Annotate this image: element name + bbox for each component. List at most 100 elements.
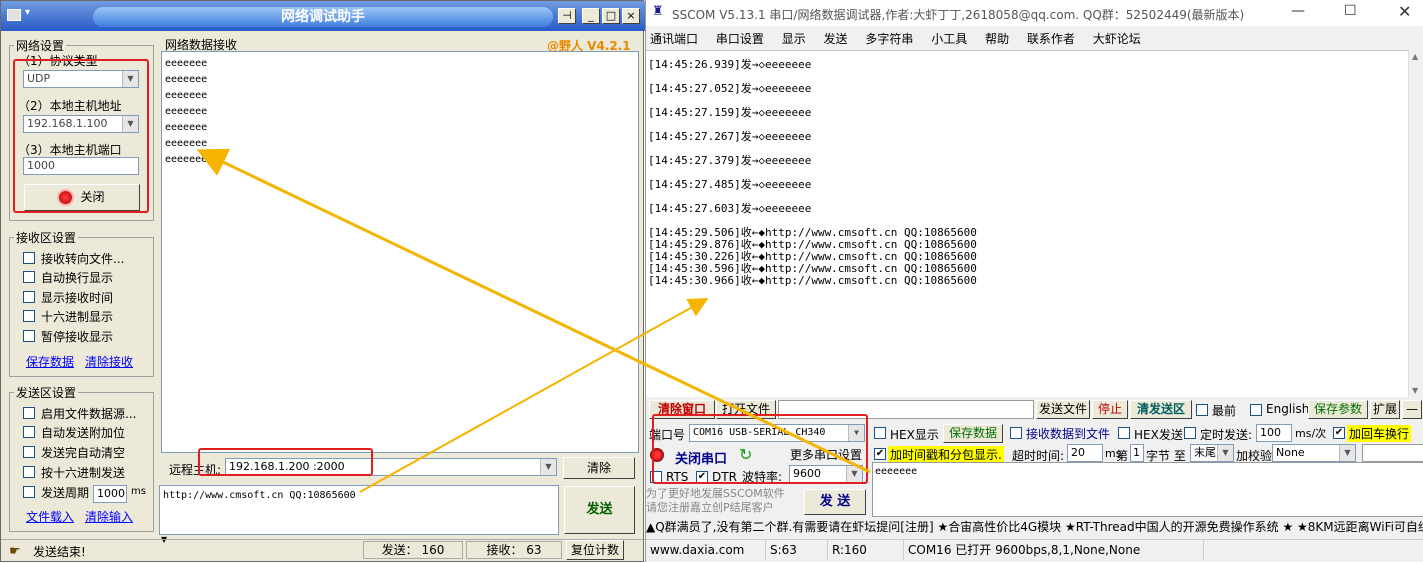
expand-button[interactable]: 扩展 xyxy=(1370,400,1400,419)
send-file-button[interactable]: 发送文件 xyxy=(1036,400,1090,419)
receive-option-checkbox[interactable] xyxy=(23,291,35,303)
recv-to-file-checkbox[interactable] xyxy=(1010,427,1022,439)
log-lines: [14:45:26.939]发→◇eeeeeee [14:45:27.052]发… xyxy=(648,59,977,287)
menu-item[interactable]: 小工具 xyxy=(931,32,967,46)
clear-send-button[interactable]: 清发送区 xyxy=(1130,400,1192,419)
status-site-link[interactable]: www.daxia.com xyxy=(646,540,766,560)
scroll-up-icon[interactable]: ▲ xyxy=(1412,52,1418,61)
news-ticker[interactable]: ▲Q群满员了,没有第二个群.有需要请在虾坛提问[注册] ★合宙高性价比4G模块 … xyxy=(646,518,1423,536)
clear-input-link[interactable]: 清除输入 xyxy=(85,508,133,525)
clear-button[interactable]: 清除 xyxy=(563,457,635,479)
add-crlf-checkbox[interactable]: ✔ xyxy=(1333,427,1345,439)
menu-item[interactable]: 显示 xyxy=(782,32,806,46)
send-button[interactable]: 发 送 xyxy=(804,489,866,515)
checksum-result-input[interactable] xyxy=(1362,444,1423,462)
receive-line: eeeeeee xyxy=(165,106,208,117)
receive-text-area[interactable]: eeeeeee eeeeeee eeeeeee eeeeeee eeeeeee … xyxy=(161,51,639,453)
reset-count-button[interactable]: 复位计数 xyxy=(566,540,624,560)
send-period-checkbox[interactable] xyxy=(23,486,35,498)
log-line-sent: [14:45:27.379]发→◇eeeeeee xyxy=(648,154,812,167)
save-data-link[interactable]: 保存数据 xyxy=(26,353,74,370)
receive-option-label: 十六进制显示 xyxy=(41,310,114,324)
send-button[interactable]: 发送 xyxy=(564,486,635,534)
receive-log-area[interactable]: [14:45:26.939]发→◇eeeeeee [14:45:27.052]发… xyxy=(646,50,1408,397)
byte-end-value: 末尾 xyxy=(1194,446,1216,459)
timed-send-value: 100 xyxy=(1260,426,1281,439)
receive-count-value: 63 xyxy=(526,543,542,557)
close-button[interactable]: ✕ xyxy=(1398,2,1411,21)
send-option-checkbox[interactable] xyxy=(23,407,35,419)
timed-send-input[interactable]: 100 xyxy=(1256,424,1292,442)
close-button[interactable]: × xyxy=(622,8,640,24)
minimize-button[interactable]: — xyxy=(1291,3,1305,19)
menu-item[interactable]: 帮助 xyxy=(985,32,1009,46)
english-checkbox[interactable] xyxy=(1250,404,1262,416)
annotation-red-box xyxy=(13,59,149,213)
minimize-button[interactable]: _ xyxy=(582,8,600,24)
receive-line: eeeeeee xyxy=(165,90,208,101)
receive-option-label: 接收转向文件... xyxy=(41,252,125,266)
title-bar: ♜ SSCOM V5.13.1 串口/网络数据调试器,作者:大虾丁丁,26180… xyxy=(646,0,1423,26)
byte-start-value: 1 xyxy=(1133,446,1140,459)
status-port-info: COM16 已打开 9600bps,8,1,None,None xyxy=(904,540,1204,560)
send-option-label: 发送完自动清空 xyxy=(41,446,126,460)
receive-option-label: 自动换行显示 xyxy=(41,271,114,285)
send-option-checkbox[interactable] xyxy=(23,466,35,478)
byte-start-input[interactable]: 1 xyxy=(1130,444,1144,462)
menu-item[interactable]: 串口设置 xyxy=(716,32,764,46)
hex-send-checkbox[interactable] xyxy=(1118,427,1130,439)
clear-receive-link[interactable]: 清除接收 xyxy=(85,353,133,370)
send-period-label: 发送周期 xyxy=(41,486,90,500)
timeout-input[interactable]: 20 xyxy=(1067,444,1103,462)
receive-option-checkbox[interactable] xyxy=(23,310,35,322)
load-file-link[interactable]: 文件载入 xyxy=(26,508,74,525)
pin-icon[interactable]: ⊣ xyxy=(558,8,576,24)
save-data-button[interactable]: 保存数据 xyxy=(943,424,1003,443)
collapse-button[interactable]: — xyxy=(1402,400,1422,419)
netassist-window: ▾ 网络调试助手 ⊣ _ □ × 网络设置 （1）协议类型 UDP ▼ （2）本地… xyxy=(0,0,645,562)
log-scrollbar[interactable]: ▲ ▼ xyxy=(1408,50,1423,397)
receive-option-checkbox[interactable] xyxy=(23,271,35,283)
checksum-value: None xyxy=(1276,446,1305,459)
app-icon: ♜ xyxy=(652,4,664,19)
receive-count-label: 接收： xyxy=(486,543,523,557)
send-text-area[interactable]: http://www.cmsoft.cn QQ:10865600 xyxy=(159,485,559,535)
timed-send-label: 定时发送: xyxy=(1200,428,1253,442)
annotation-red-box xyxy=(198,448,373,476)
save-params-button[interactable]: 保存参数 xyxy=(1308,400,1368,419)
maximize-button[interactable]: ☐ xyxy=(1344,3,1357,19)
hex-send-label: HEX发送 xyxy=(1134,428,1183,442)
app-icon xyxy=(7,9,21,21)
title-bar: ▾ 网络调试助手 ⊣ _ □ × xyxy=(1,1,645,31)
scroll-down-icon[interactable]: ▼ xyxy=(1412,386,1418,395)
english-label: English xyxy=(1266,402,1310,416)
log-line-sent: [14:45:27.485]发→◇eeeeeee xyxy=(648,178,812,191)
menu-item[interactable]: 联系作者 xyxy=(1027,32,1075,46)
maximize-button[interactable]: □ xyxy=(602,8,620,24)
receive-line: eeeeeee xyxy=(165,154,208,165)
menu-item[interactable]: 多字符串 xyxy=(865,32,913,46)
byte-end-select[interactable]: 末尾 ▼ xyxy=(1190,444,1234,462)
system-menu-icon[interactable]: ▾ xyxy=(25,7,39,23)
send-count-value: 160 xyxy=(421,543,445,557)
timed-send-unit: ms/次 xyxy=(1295,427,1327,440)
stop-button[interactable]: 停止 xyxy=(1092,400,1128,419)
send-text-area[interactable]: eeeeeee xyxy=(872,462,1423,517)
timestamp-checkbox[interactable]: ✔ xyxy=(874,448,886,460)
receive-option-checkbox[interactable] xyxy=(23,252,35,264)
send-option-checkbox[interactable] xyxy=(23,426,35,438)
topmost-checkbox[interactable] xyxy=(1196,404,1208,416)
send-option-checkbox[interactable] xyxy=(23,446,35,458)
hex-display-checkbox[interactable] xyxy=(874,427,886,439)
checksum-select[interactable]: None ▼ xyxy=(1272,444,1356,462)
log-line-sent: [14:45:26.939]发→◇eeeeeee xyxy=(648,58,812,71)
menu-item[interactable]: 发送 xyxy=(824,32,848,46)
timed-send-checkbox[interactable] xyxy=(1184,427,1196,439)
receive-option-checkbox[interactable] xyxy=(23,330,35,342)
menu-item[interactable]: 大虾论坛 xyxy=(1093,32,1141,46)
send-count: 发送： 160 xyxy=(363,541,463,559)
window-title: 网络调试助手 xyxy=(93,7,553,27)
send-option-label: 自动发送附加位 xyxy=(41,426,126,440)
menu-item[interactable]: 通讯端口 xyxy=(650,32,698,46)
send-period-input[interactable]: 1000 xyxy=(93,485,127,503)
